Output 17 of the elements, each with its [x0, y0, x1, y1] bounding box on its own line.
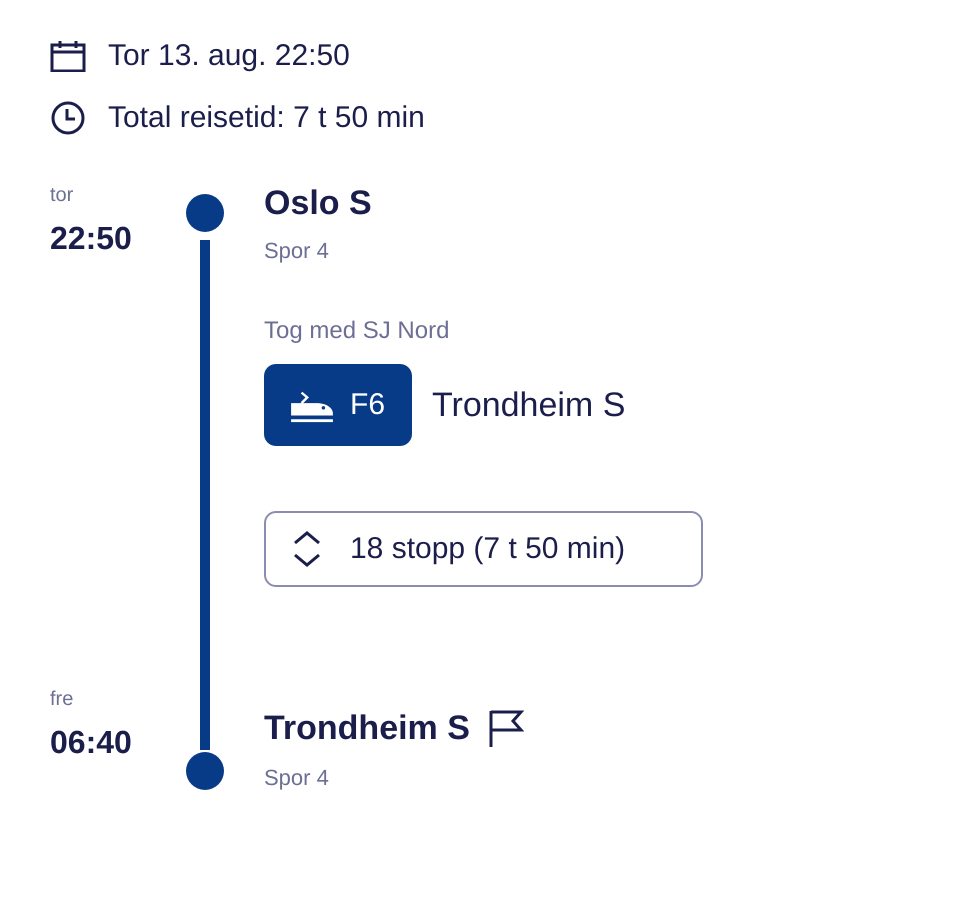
- clock-icon: [50, 101, 86, 135]
- time-label: 22:50: [50, 219, 132, 257]
- station-name: Trondheim S: [264, 708, 470, 748]
- weekday-label: fre: [50, 687, 74, 711]
- chevron-up-down-icon: [292, 530, 322, 568]
- station-name: Oslo S: [264, 183, 372, 223]
- date-text: Tor 13. aug. 22:50: [108, 38, 350, 74]
- line-number: F6: [350, 387, 386, 423]
- time-label: 06:40: [50, 723, 132, 761]
- track-label: Spor 4: [264, 237, 329, 265]
- stops-button[interactable]: 18 stopp (7 t 50 min): [264, 511, 703, 587]
- weekday-label: tor: [50, 183, 74, 207]
- operator-label: Tog med SJ Nord: [264, 316, 450, 346]
- destination-name: Trondheim S: [432, 385, 626, 425]
- duration-text: Total reisetid: 7 t 50 min: [108, 100, 425, 136]
- calendar-icon: [50, 40, 86, 72]
- track-label: Spor 4: [264, 764, 329, 792]
